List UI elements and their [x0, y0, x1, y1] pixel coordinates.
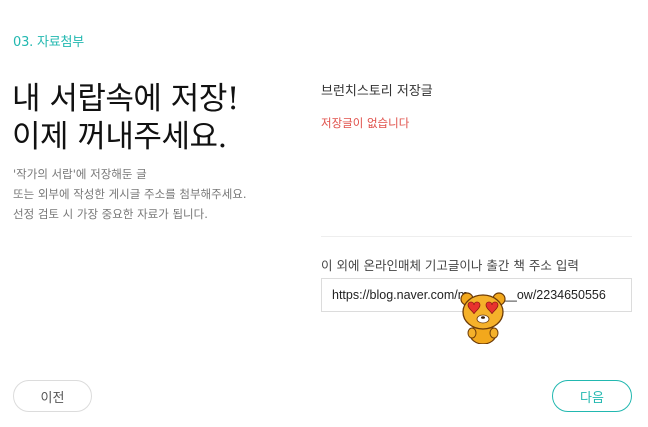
next-button[interactable]: 다음 — [552, 380, 632, 412]
step-label: 03. 자료첨부 — [13, 35, 85, 50]
description-line-2: 또는 외부에 작성한 게시글 주소를 첨부해주세요. — [13, 187, 247, 201]
headline-line-2: 이제 꺼내주세요. — [12, 119, 227, 155]
external-url-label: 이 외에 온라인매체 기고글이나 출간 책 주소 입력 — [321, 258, 579, 273]
headline-line-1: 내 서랍속에 저장! — [12, 81, 239, 117]
section-divider — [321, 236, 632, 237]
drawer-section-title: 브런치스토리 저장글 — [321, 84, 433, 99]
drawer-empty-message: 저장글이 없습니다 — [321, 116, 410, 130]
page-headline: 내 서랍속에 저장! 이제 꺼내주세요. — [12, 80, 239, 156]
description-line-3: 선정 검토 시 가장 중요한 자료가 됩니다. — [13, 207, 208, 221]
prev-button[interactable]: 이전 — [13, 380, 92, 412]
bear-heart-eyes-sticker-icon — [460, 292, 506, 344]
page-description: '작가의 서랍'에 저장해둔 글 또는 외부에 작성한 게시글 주소를 첨부해주… — [13, 164, 247, 224]
description-line-1: '작가의 서랍'에 저장해둔 글 — [13, 167, 147, 181]
